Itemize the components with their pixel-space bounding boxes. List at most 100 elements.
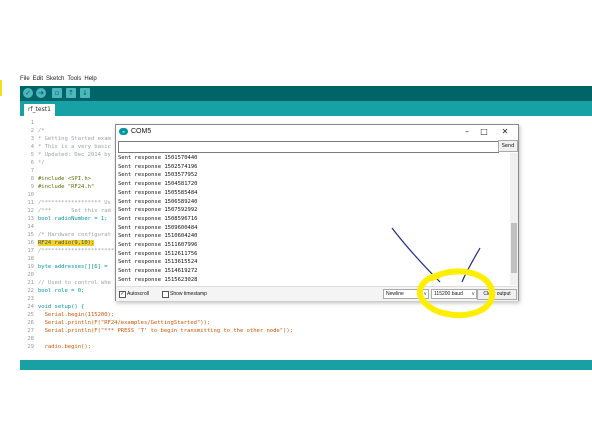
menu-file[interactable]: File bbox=[20, 76, 30, 86]
line-number: 16 bbox=[27, 240, 34, 246]
side-marker bbox=[0, 80, 2, 96]
status-bar bbox=[20, 360, 592, 370]
code-line: 20 bbox=[20, 271, 38, 279]
code-text: /*** Set this rad bbox=[38, 208, 111, 214]
code-text: /********************** bbox=[38, 248, 115, 254]
code-line: 14 bbox=[20, 223, 38, 231]
line-number: 15 bbox=[27, 232, 34, 238]
serial-title-bar[interactable]: ∞ COM5 – □ ✕ bbox=[116, 125, 518, 139]
line-number: 28 bbox=[27, 336, 34, 342]
code-line: 15 /* Hardware configurat bbox=[20, 231, 110, 239]
code-line: 24 void setup() { bbox=[20, 303, 84, 311]
code-text: /****************** Us bbox=[38, 200, 111, 206]
code-text: * Getting Started exam bbox=[38, 136, 111, 142]
code-line: 27 Serial.println(F("*** PRESS 'T' to be… bbox=[20, 327, 293, 335]
line-number: 18 bbox=[27, 256, 34, 262]
code-line: 3 * Getting Started exam bbox=[20, 135, 111, 143]
line-number: 17 bbox=[27, 248, 34, 254]
line-number: 10 bbox=[27, 192, 34, 198]
clear-output-button[interactable]: Clear output bbox=[477, 289, 517, 300]
code-text: * This is a very basic bbox=[38, 144, 111, 150]
code-line: 11 /****************** Us bbox=[20, 199, 111, 207]
code-line: 13 bool radioNumber = 1; bbox=[20, 215, 108, 223]
output-line: Sent response 1504581720 bbox=[118, 181, 198, 188]
maximize-icon[interactable]: □ bbox=[477, 126, 491, 138]
code-line: 17 /********************** bbox=[20, 247, 114, 255]
code-text: radio.begin(); bbox=[38, 344, 91, 350]
timestamp-checkbox[interactable] bbox=[162, 291, 169, 298]
code-text: Serial.println(F("RF24/examples/GettingS… bbox=[38, 320, 211, 326]
output-scrollbar[interactable] bbox=[510, 153, 518, 285]
output-line: Sent response 1501570440 bbox=[118, 155, 198, 161]
timestamp-label: Show timestamp bbox=[170, 291, 207, 297]
menu-help[interactable]: Help bbox=[84, 76, 96, 86]
code-line: 7 bbox=[20, 167, 38, 175]
tab-strip bbox=[20, 101, 592, 116]
code-text: */ bbox=[38, 160, 45, 166]
output-line: Sent response 1507592992 bbox=[118, 207, 198, 214]
code-line: 25 Serial.begin(115200); bbox=[20, 311, 114, 319]
line-number: 8 bbox=[30, 176, 34, 182]
code-text: void setup() { bbox=[38, 304, 85, 310]
code-line: 5 * Updated: Dec 2014 by bbox=[20, 151, 111, 159]
line-number: 24 bbox=[27, 304, 34, 310]
open-icon[interactable]: ↑ bbox=[66, 88, 76, 98]
window-title: COM5 bbox=[131, 128, 152, 135]
chevron-down-icon: ∨ bbox=[471, 291, 475, 297]
menu-edit[interactable]: Edit bbox=[33, 76, 43, 86]
code-line: 29 radio.begin(); bbox=[20, 343, 91, 351]
output-line: Sent response 1505585484 bbox=[118, 189, 198, 196]
code-text: /* bbox=[38, 128, 45, 134]
line-number: 21 bbox=[27, 280, 34, 286]
tab-sketch[interactable]: rf_test1 bbox=[24, 104, 55, 116]
baud-value: 115200 baud bbox=[434, 291, 463, 297]
menu-sketch[interactable]: Sketch bbox=[46, 76, 64, 86]
code-line: 19 byte addresses[][6] = bbox=[20, 263, 107, 271]
code-line: 18 bbox=[20, 255, 38, 263]
verify-icon[interactable]: ✓ bbox=[23, 88, 33, 98]
upload-icon[interactable]: ➔ bbox=[36, 88, 46, 98]
output-line: Sent response 1513615524 bbox=[118, 259, 198, 266]
output-line: Sent response 1511607996 bbox=[118, 242, 198, 248]
serial-footer: ✓ Autoscroll Show timestamp Newline ∨ 11… bbox=[116, 286, 518, 301]
code-line: 4 * This is a very basic bbox=[20, 143, 111, 151]
output-line: Sent response 1510604240 bbox=[118, 233, 198, 240]
line-number: 6 bbox=[30, 160, 34, 166]
output-line: Sent response 1509600484 bbox=[118, 224, 198, 231]
code-line: 26 Serial.println(F("RF24/examples/Getti… bbox=[20, 319, 210, 327]
baud-select[interactable]: 115200 baud ∨ bbox=[431, 289, 477, 299]
autoscroll-checkbox[interactable]: ✓ bbox=[119, 291, 126, 298]
code-line: 9 #include "RF24.h" bbox=[20, 183, 95, 191]
minimize-icon[interactable]: – bbox=[460, 126, 474, 138]
code-line: 1 bbox=[20, 119, 38, 127]
line-number: 3 bbox=[30, 136, 34, 142]
close-icon[interactable]: ✕ bbox=[498, 126, 512, 138]
line-number: 4 bbox=[30, 144, 34, 150]
code-text: bool radioNumber = 1; bbox=[38, 216, 108, 222]
output-line: Sent response 1502574196 bbox=[118, 163, 198, 170]
line-number: 26 bbox=[27, 320, 34, 326]
code-line: 28 bbox=[20, 335, 38, 343]
output-line: Sent response 1515623028 bbox=[118, 276, 198, 283]
code-line: 22 bool role = 0; bbox=[20, 287, 84, 295]
line-ending-value: Newline bbox=[386, 291, 404, 297]
arduino-logo-icon: ∞ bbox=[119, 128, 128, 135]
line-number: 9 bbox=[30, 184, 34, 190]
serial-monitor-window: ∞ COM5 – □ ✕ Send Sent response 15015704… bbox=[115, 124, 519, 301]
save-icon[interactable]: ↓ bbox=[80, 88, 90, 98]
line-ending-select[interactable]: Newline ∨ bbox=[383, 289, 429, 299]
serial-input[interactable] bbox=[118, 141, 499, 153]
line-number: 5 bbox=[30, 152, 34, 158]
code-line: 12 /*** Set this rad bbox=[20, 207, 111, 215]
menu-tools[interactable]: Tools bbox=[67, 76, 81, 86]
send-button[interactable]: Send bbox=[498, 140, 518, 152]
new-icon[interactable]: ▫ bbox=[52, 88, 62, 98]
line-number: 19 bbox=[27, 264, 34, 270]
line-number: 7 bbox=[30, 168, 34, 174]
code-text: // Used to control whe bbox=[38, 280, 111, 286]
serial-output: Sent response 1501570440 Sent response 15… bbox=[116, 153, 510, 285]
output-line: Sent response 1503577952 bbox=[118, 172, 198, 179]
code-line: 10 bbox=[20, 191, 38, 199]
line-number: 23 bbox=[27, 296, 34, 302]
scrollbar-thumb[interactable] bbox=[511, 223, 517, 273]
